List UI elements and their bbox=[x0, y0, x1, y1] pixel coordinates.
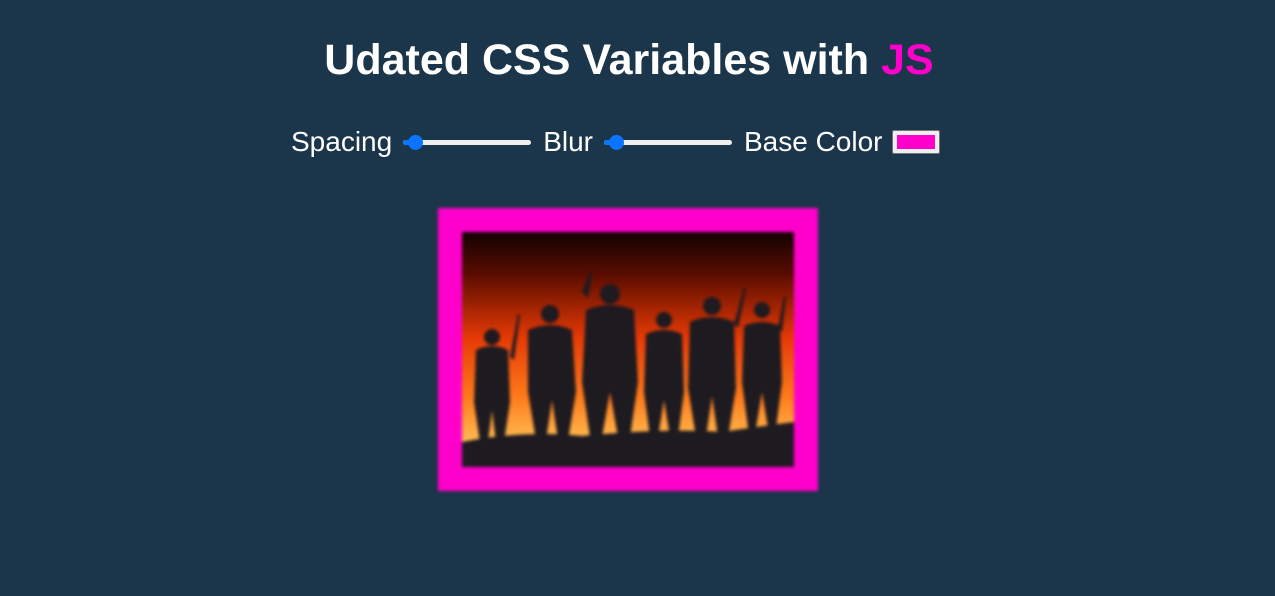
title-highlight: JS bbox=[881, 36, 934, 84]
blur-slider[interactable] bbox=[603, 132, 732, 152]
base-color-picker[interactable] bbox=[891, 130, 940, 154]
page: Udated CSS Variables with JS Spacing Blu… bbox=[0, 0, 1275, 596]
page-title: Udated CSS Variables with JS bbox=[0, 34, 1258, 86]
controls-bar: Spacing Blur Base Color bbox=[291, 122, 940, 162]
blur-label: Blur bbox=[543, 126, 593, 157]
soldiers-silhouette-image bbox=[462, 232, 794, 467]
spacing-slider[interactable] bbox=[403, 132, 532, 152]
spacing-label: Spacing bbox=[291, 126, 393, 157]
blur-slider-thumb[interactable] bbox=[608, 135, 624, 150]
image-frame bbox=[438, 208, 818, 491]
spacing-slider-thumb[interactable] bbox=[408, 135, 424, 150]
title-text: Udated CSS Variables with bbox=[324, 36, 882, 84]
base-color-label: Base Color bbox=[743, 126, 883, 157]
base-color-swatch bbox=[896, 135, 935, 149]
